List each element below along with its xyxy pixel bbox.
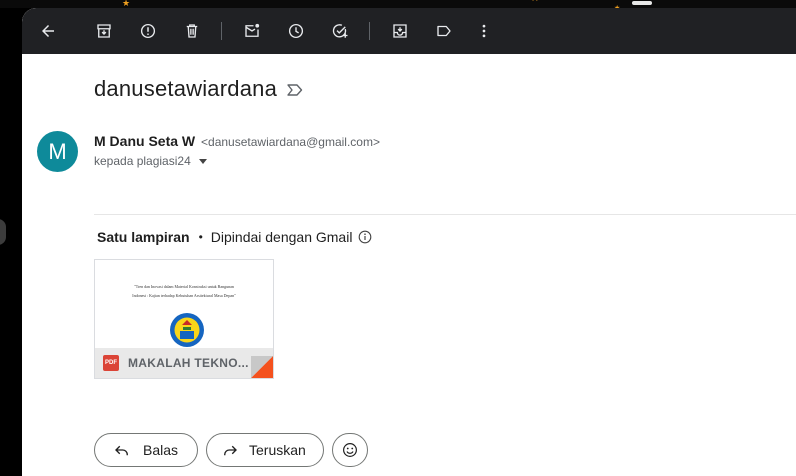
importance-label-icon[interactable] — [286, 82, 304, 98]
emoji-icon — [343, 443, 357, 457]
attachment-filename: MAKALAH TEKNO... — [128, 356, 249, 370]
attachments-count: Satu lampiran — [97, 229, 190, 245]
attachment-footer[interactable]: PDF MAKALAH TEKNO... — [95, 348, 273, 378]
attachments-header: Satu lampiran • Dipindai dengan Gmail — [97, 229, 372, 245]
page-fold-corner-icon — [251, 356, 273, 378]
preview-title-line: Indonesi : Kajian terhadap Kebutuhan Ars… — [132, 293, 236, 298]
report-spam-icon[interactable] — [136, 19, 160, 43]
attachment-divider — [94, 214, 796, 215]
sender-name[interactable]: M Danu Seta W — [94, 133, 195, 149]
more-vert-icon[interactable] — [472, 19, 496, 43]
attachment-preview[interactable]: "Tren dan Inovasi dalam Material Konstru… — [95, 260, 273, 348]
toolbar-divider — [369, 22, 370, 40]
chevron-down-icon[interactable] — [198, 159, 207, 164]
attachment-card[interactable]: "Tren dan Inovasi dalam Material Konstru… — [94, 259, 274, 379]
sender-email: <danusetawiardana@gmail.com> — [201, 135, 380, 149]
forward-icon — [224, 445, 237, 456]
recipient-label: kepada plagiasi24 — [94, 154, 191, 168]
side-panel-handle[interactable] — [0, 219, 6, 245]
desktop-background — [0, 0, 796, 8]
delete-icon[interactable] — [180, 19, 204, 43]
background-star-icon: • • — [532, 0, 538, 4]
reply-icon — [115, 445, 128, 456]
add-to-tasks-icon[interactable] — [328, 19, 352, 43]
label-icon[interactable] — [432, 19, 456, 43]
university-logo-icon — [170, 313, 204, 347]
separator-dot: • — [198, 230, 203, 244]
avatar[interactable]: M — [37, 131, 78, 172]
info-icon[interactable] — [358, 230, 372, 244]
archive-icon[interactable] — [92, 19, 116, 43]
forward-label: Teruskan — [249, 442, 306, 458]
email-view: danusetawiardana M M Danu Seta W <danuse… — [22, 8, 796, 476]
reply-label: Balas — [143, 442, 179, 458]
snooze-icon[interactable] — [284, 19, 308, 43]
reply-button[interactable]: Balas — [94, 433, 198, 467]
sender-info: M Danu Seta W <danusetawiardana@gmail.co… — [94, 133, 380, 149]
recipient-details-toggle[interactable]: kepada plagiasi24 — [94, 154, 207, 168]
toolbar-divider — [221, 22, 222, 40]
preview-title-line: "Tren dan Inovasi dalam Material Konstru… — [134, 284, 234, 289]
scan-note: Dipindai dengan Gmail — [210, 229, 353, 245]
email-toolbar — [22, 8, 796, 54]
mark-unread-icon[interactable] — [240, 19, 264, 43]
emoji-reaction-button[interactable] — [332, 433, 368, 467]
forward-button[interactable]: Teruskan — [206, 433, 324, 467]
background-star-icon: ★ — [122, 0, 131, 8]
move-to-icon[interactable] — [388, 19, 412, 43]
pdf-file-icon: PDF — [103, 355, 119, 371]
back-arrow-icon[interactable] — [36, 19, 60, 43]
email-subject: danusetawiardana — [94, 76, 278, 101]
background-decoration — [632, 1, 652, 5]
